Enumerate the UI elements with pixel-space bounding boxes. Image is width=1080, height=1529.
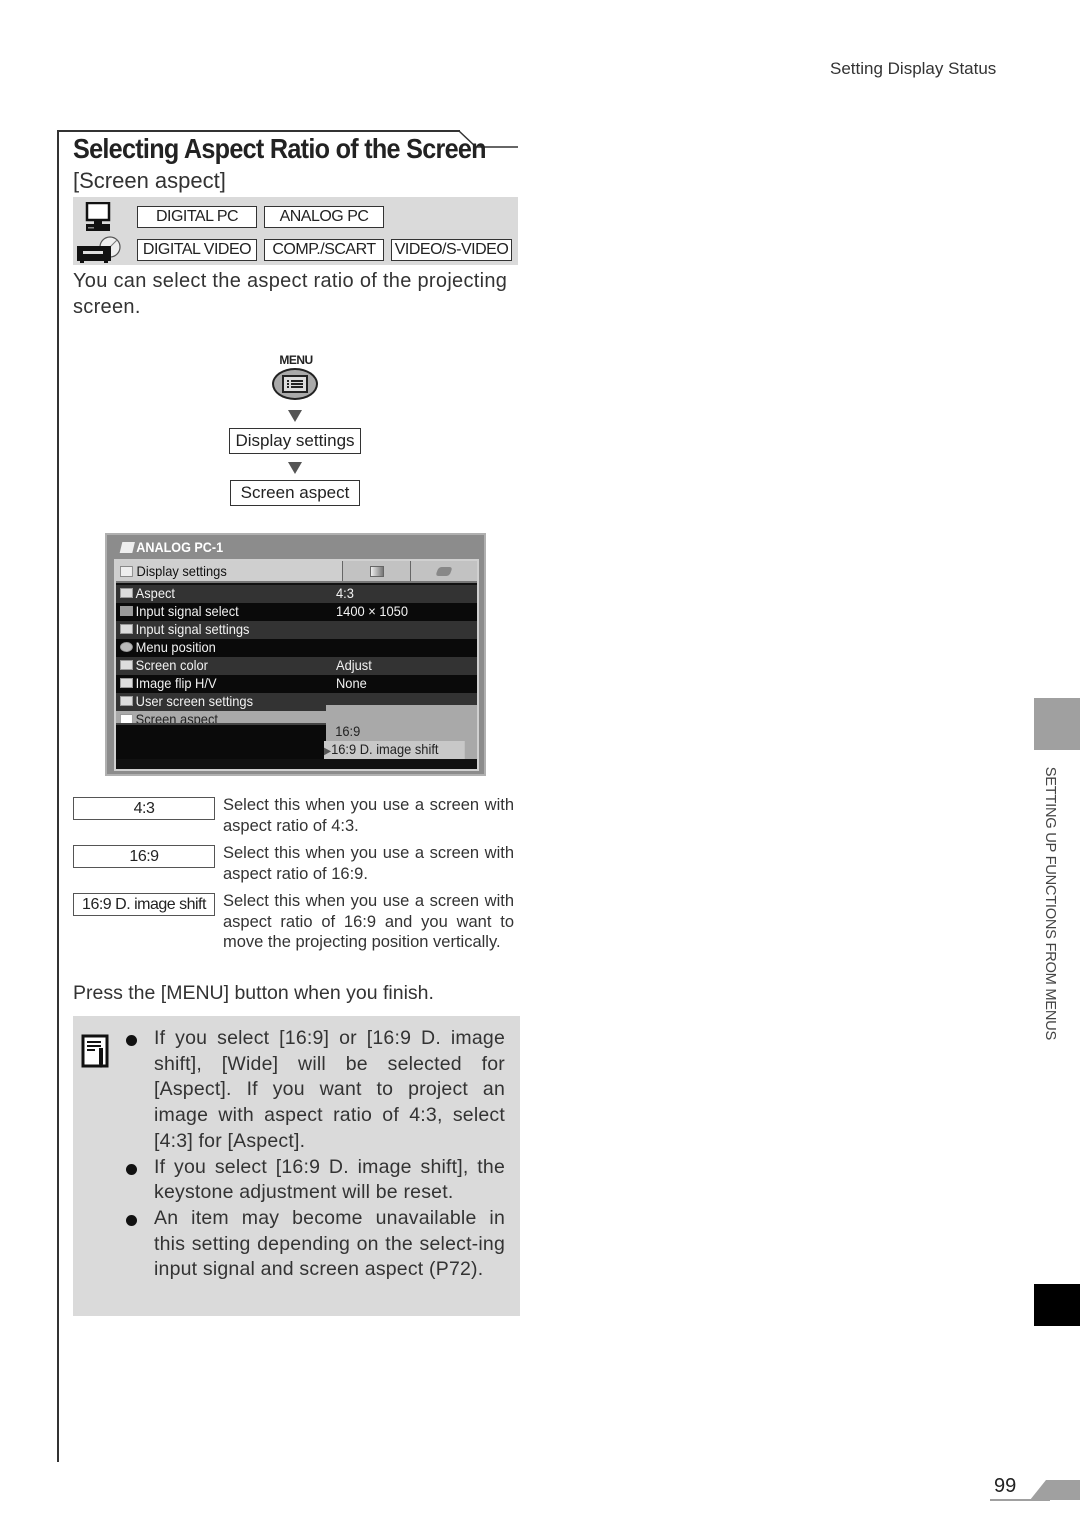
- user-screen-settings-icon: [120, 696, 133, 706]
- osd-option-label: 16:9 D. image shift: [331, 741, 439, 757]
- osd-row-image-flip: Image flip H/V None: [116, 675, 477, 693]
- screen-color-icon: [120, 660, 133, 670]
- osd-source-header: ANALOG PC-1: [119, 539, 224, 555]
- section-subtitle: [Screen aspect]: [73, 168, 226, 193]
- flow-step-screen-aspect: Screen aspect: [230, 480, 360, 506]
- video-deck-icon: [73, 234, 123, 266]
- osd-tab-display-settings: Display settings: [120, 563, 227, 579]
- osd-row-value: Adjust: [336, 657, 372, 673]
- osd-row-value: None: [336, 675, 367, 691]
- note-item: If you select [16:9 D. image shift], the…: [125, 1155, 505, 1206]
- page-number: 99: [994, 1475, 1017, 1497]
- osd-empty-area: [116, 723, 326, 759]
- osd-menu-screenshot: ANALOG PC-1 Display settings Aspect 4:3 I…: [105, 533, 486, 776]
- source-analog-pc: ANALOG PC: [264, 206, 384, 228]
- source-video-s-video: VIDEO/S-VIDEO: [391, 239, 512, 261]
- video-source-row: DIGITAL VIDEO COMP./SCART VIDEO/S-VIDEO: [73, 234, 512, 266]
- flow-arrow-icon: [288, 462, 302, 474]
- osd-row-input-signal-settings: Input signal settings: [116, 621, 477, 639]
- chapter-tab-marker: [1034, 698, 1080, 750]
- option-label-16-9: 16:9: [73, 845, 215, 868]
- osd-row-label: Input signal select: [135, 603, 239, 619]
- osd-row-label: Aspect: [135, 585, 176, 601]
- osd-source-label: ANALOG PC-1: [136, 539, 224, 555]
- osd-row-value: 4:3: [336, 585, 354, 601]
- osd-row-value: 1400 × 1050: [336, 603, 408, 619]
- source-comp-scart: COMP./SCART: [264, 239, 384, 261]
- osd-option-16-9-shift: ▶16:9 D. image shift: [324, 741, 465, 759]
- menu-list-icon: [282, 375, 308, 393]
- image-flip-icon: [120, 678, 133, 688]
- computer-monitor-icon: [73, 201, 123, 233]
- osd-option-16-9: 16:9: [335, 723, 361, 739]
- osd-tab-title: Display settings: [136, 563, 227, 579]
- input-signal-select-icon: [120, 606, 133, 616]
- note-box: If you select [16:9] or [16:9 D. image s…: [73, 1016, 520, 1316]
- intro-text: You can select the aspect ratio of the p…: [73, 270, 508, 318]
- osd-row-label: Input signal settings: [135, 621, 250, 637]
- osd-tab-image: [342, 561, 410, 581]
- osd-option-list: 16:9 ▶16:9 D. image shift: [324, 705, 477, 759]
- osd-row-label: User screen settings: [135, 693, 254, 709]
- source-digital-pc: DIGITAL PC: [137, 206, 257, 228]
- title-rule: [57, 130, 460, 132]
- flow-arrow-icon: [288, 410, 302, 422]
- cursor-arrow-icon: ▶: [324, 746, 332, 757]
- flow-step-display-settings: Display settings: [229, 428, 361, 454]
- note-item: An item may become unavailable in this s…: [125, 1206, 505, 1283]
- option-description: Select this when you use a screen with a…: [223, 892, 514, 951]
- note-list: If you select [16:9] or [16:9 D. image s…: [125, 1026, 505, 1283]
- osd-tab-settings: [410, 561, 477, 581]
- osd-tab-bar: Display settings: [116, 561, 477, 583]
- pc-source-row: DIGITAL PC ANALOG PC: [73, 201, 391, 233]
- aspect-icon: [120, 588, 133, 598]
- chapter-index-marker: [1034, 1284, 1080, 1326]
- option-label-16-9-shift: 16:9 D. image shift: [73, 893, 215, 916]
- menu-position-icon: [120, 642, 133, 652]
- osd-row-aspect: Aspect 4:3: [116, 585, 477, 603]
- osd-panel: Display settings Aspect 4:3 Input signal …: [114, 559, 479, 771]
- menu-button[interactable]: [272, 368, 318, 400]
- osd-row-input-signal-select: Input signal select 1400 × 1050: [116, 603, 477, 621]
- menu-button-label: MENU: [279, 353, 313, 367]
- osd-row-screen-color: Screen color Adjust: [116, 657, 477, 675]
- section-title: Selecting Aspect Ratio of the Screen: [73, 133, 487, 164]
- finish-instruction: Press the [MENU] button when you finish.: [73, 982, 434, 1004]
- note-item: If you select [16:9] or [16:9 D. image s…: [125, 1026, 505, 1155]
- osd-row-menu-position: Menu position: [116, 639, 477, 657]
- left-rule: [57, 130, 59, 1462]
- image-tab-icon: [369, 565, 384, 577]
- chapter-side-label: SETTING UP FUNCTIONS FROM MENUS: [1042, 766, 1059, 1040]
- osd-row-label: Menu position: [135, 639, 216, 655]
- display-settings-icon: [120, 565, 133, 577]
- osd-row-label: Image flip H/V: [135, 675, 217, 691]
- option-label-4-3: 4:3: [73, 797, 215, 820]
- running-head: Setting Display Status: [830, 59, 997, 78]
- input-signal-settings-icon: [120, 624, 133, 634]
- option-description: Select this when you use a screen with a…: [223, 844, 514, 883]
- osd-input-icon: [119, 542, 135, 553]
- memo-note-icon: [81, 1034, 109, 1075]
- settings-tab-icon: [435, 566, 453, 576]
- source-digital-video: DIGITAL VIDEO: [137, 239, 257, 261]
- osd-row-label: Screen color: [135, 657, 208, 673]
- input-source-panel: DIGITAL PC ANALOG PC DIGITAL VIDEO COMP.…: [73, 197, 518, 265]
- option-description: Select this when you use a screen with a…: [223, 796, 514, 835]
